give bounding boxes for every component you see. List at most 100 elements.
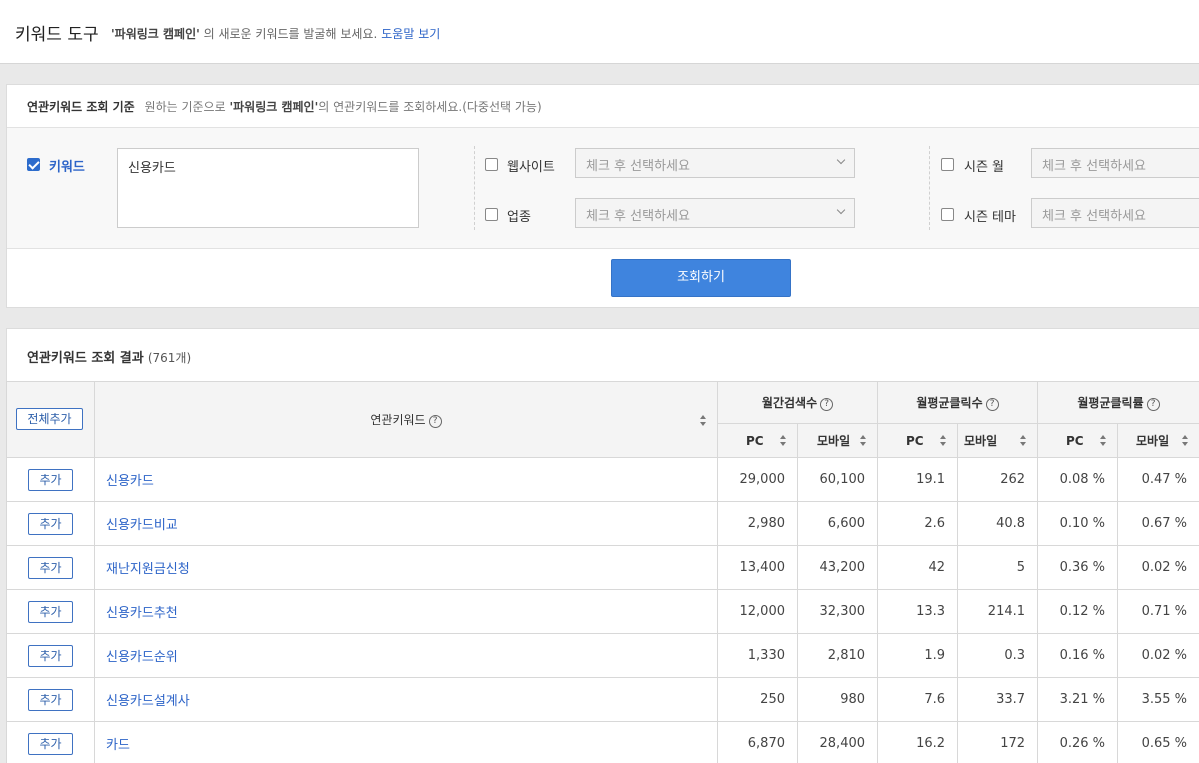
- add-button[interactable]: 추가: [28, 512, 73, 535]
- website-label: 웹사이트: [507, 160, 555, 175]
- criteria-desc-a: 원하는 기준으로: [144, 100, 230, 114]
- keyword-cell[interactable]: 신용카드설계사: [94, 677, 718, 722]
- clicks-mobile-header[interactable]: 모바일: [957, 423, 1039, 458]
- website-select-placeholder: 체크 후 선택하세요: [586, 159, 690, 174]
- search-pc-cell: 2,980: [717, 501, 798, 546]
- table-row: 추가 신용카드 29,000 60,100 19.1 262 0.08 % 0.47 %: [6, 457, 1199, 502]
- add-all-header: 전체추가: [6, 381, 95, 458]
- top-bar: 키워드 도구 '파워링크 캠페인' 의 새로운 키워드를 발굴해 보세요. 도움말…: [0, 0, 1199, 64]
- clicks-mobile-cell: 0.3: [957, 633, 1039, 678]
- add-cell: 추가: [6, 589, 95, 634]
- clicks-pc-cell: 13.3: [877, 589, 959, 634]
- add-button[interactable]: 추가: [28, 644, 73, 667]
- help-icon[interactable]: ?: [1146, 398, 1160, 411]
- season-theme-checkbox[interactable]: [941, 208, 954, 221]
- keyword-checkbox[interactable]: [27, 158, 40, 171]
- keyword-cell[interactable]: 카드: [94, 721, 718, 763]
- avg-ctr-header: 월평균클릭률?: [1037, 381, 1199, 424]
- industry-checkbox[interactable]: [485, 208, 498, 221]
- add-button[interactable]: 추가: [28, 732, 73, 755]
- search-mobile-cell: 6,600: [796, 501, 879, 546]
- industry-label: 업종: [507, 210, 531, 225]
- sub-header-label: PC: [746, 433, 764, 448]
- ctr-pc-header[interactable]: PC: [1037, 423, 1119, 458]
- ctr-mobile-cell: 0.47 %: [1117, 457, 1199, 502]
- season-month-placeholder: 체크 후 선택하세요: [1042, 159, 1146, 174]
- chevron-down-icon: [836, 205, 846, 215]
- help-icon[interactable]: ?: [428, 415, 442, 428]
- add-cell: 추가: [6, 633, 95, 678]
- industry-select-placeholder: 체크 후 선택하세요: [586, 209, 690, 224]
- sort-icon[interactable]: [1182, 435, 1189, 447]
- search-pc-cell: 6,870: [717, 721, 798, 763]
- ctr-pc-cell: 0.36 %: [1037, 545, 1119, 590]
- keyword-textarea[interactable]: 신용카드: [117, 148, 419, 228]
- season-month-select[interactable]: 체크 후 선택하세요: [1031, 148, 1199, 178]
- ctr-pc-cell: 0.10 %: [1037, 501, 1119, 546]
- add-button[interactable]: 추가: [28, 468, 73, 491]
- search-pc-cell: 1,330: [717, 633, 798, 678]
- keyword-cell[interactable]: 재난지원금신청: [94, 545, 718, 590]
- table-row: 추가 신용카드순위 1,330 2,810 1.9 0.3 0.16 % 0.02 %: [6, 633, 1199, 678]
- search-mobile-cell: 32,300: [796, 589, 879, 634]
- keyword-cell[interactable]: 신용카드: [94, 457, 718, 502]
- clicks-pc-cell: 42: [877, 545, 959, 590]
- ctr-pc-cell: 0.08 %: [1037, 457, 1119, 502]
- website-checkbox[interactable]: [485, 158, 498, 171]
- keyword-column-label: 연관키워드: [370, 413, 426, 427]
- ctr-pc-cell: 0.12 %: [1037, 589, 1119, 634]
- add-all-button[interactable]: 전체추가: [16, 408, 83, 430]
- results-count: (761개): [147, 351, 192, 365]
- sort-icon[interactable]: [780, 435, 787, 447]
- clicks-pc-cell: 16.2: [877, 721, 959, 763]
- criteria-campaign-name: '파워링크 캠페인': [229, 100, 319, 114]
- add-button[interactable]: 추가: [28, 600, 73, 623]
- ctr-mobile-header[interactable]: 모바일: [1117, 423, 1199, 458]
- sort-icon[interactable]: [860, 435, 867, 447]
- add-cell: 추가: [6, 457, 95, 502]
- clicks-mobile-cell: 5: [957, 545, 1039, 590]
- help-icon[interactable]: ?: [985, 398, 999, 411]
- sort-icon[interactable]: [1100, 435, 1107, 447]
- keyword-cell[interactable]: 신용카드순위: [94, 633, 718, 678]
- add-button[interactable]: 추가: [28, 556, 73, 579]
- season-theme-select[interactable]: 체크 후 선택하세요: [1031, 198, 1199, 228]
- add-cell: 추가: [6, 677, 95, 722]
- search-button[interactable]: 조회하기: [611, 259, 791, 297]
- search-pc-cell: 29,000: [717, 457, 798, 502]
- monthly-search-header: 월간검색수?: [716, 381, 879, 424]
- industry-select[interactable]: 체크 후 선택하세요: [575, 198, 855, 228]
- help-link[interactable]: 도움말 보기: [381, 27, 440, 41]
- search-pc-cell: 13,400: [717, 545, 798, 590]
- add-cell: 추가: [6, 501, 95, 546]
- clicks-mobile-cell: 40.8: [957, 501, 1039, 546]
- sub-header-label: PC: [1066, 433, 1084, 448]
- description-text: 의 새로운 키워드를 발굴해 보세요.: [199, 27, 378, 41]
- sub-header-label: 모바일: [817, 434, 851, 448]
- add-button[interactable]: 추가: [28, 688, 73, 711]
- sort-icon[interactable]: [1020, 435, 1027, 447]
- sort-icon[interactable]: [940, 435, 947, 447]
- avg-clicks-header: 월평균클릭수?: [877, 381, 1039, 424]
- help-icon[interactable]: ?: [820, 398, 834, 411]
- criteria-body: 키워드 신용카드 웹사이트 체크 후 선택하세요 업종 체크 후 선택하세요 시…: [7, 128, 1199, 249]
- page-title: 키워드 도구: [15, 25, 99, 45]
- ctr-pc-cell: 3.21 %: [1037, 677, 1119, 722]
- keyword-cell[interactable]: 신용카드추천: [94, 589, 718, 634]
- clicks-pc-cell: 7.6: [877, 677, 959, 722]
- sort-icon[interactable]: [700, 415, 707, 427]
- keyword-column-header[interactable]: 연관키워드?: [94, 381, 718, 458]
- search-mobile-header[interactable]: 모바일: [796, 423, 879, 458]
- table-row: 추가 카드 6,870 28,400 16.2 172 0.26 % 0.65 %: [6, 721, 1199, 763]
- season-month-checkbox[interactable]: [941, 158, 954, 171]
- page-description: '파워링크 캠페인' 의 새로운 키워드를 발굴해 보세요. 도움말 보기: [111, 25, 440, 42]
- monthly-search-label: 월간검색수: [761, 396, 818, 410]
- search-pc-header[interactable]: PC: [717, 423, 798, 458]
- website-select[interactable]: 체크 후 선택하세요: [575, 148, 855, 178]
- clicks-pc-header[interactable]: PC: [877, 423, 959, 458]
- criteria-header: 연관키워드 조회 기준 원하는 기준으로 '파워링크 캠페인'의 연관키워드를 …: [7, 85, 1199, 128]
- search-pc-cell: 12,000: [717, 589, 798, 634]
- clicks-mobile-cell: 214.1: [957, 589, 1039, 634]
- search-mobile-cell: 60,100: [796, 457, 879, 502]
- keyword-cell[interactable]: 신용카드비교: [94, 501, 718, 546]
